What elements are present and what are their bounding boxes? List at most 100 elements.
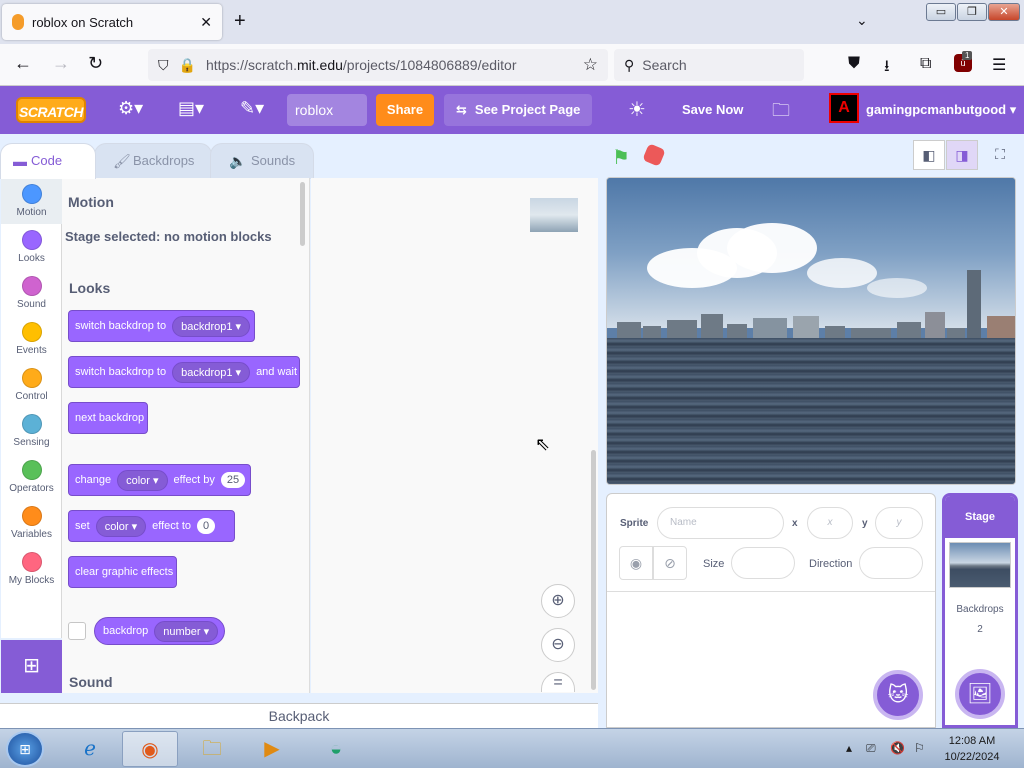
forward-arrow-icon[interactable]: → [52, 53, 70, 74]
edge-icon[interactable]: ◒ [308, 731, 364, 767]
zoom-out-button[interactable]: ⊖ [541, 628, 575, 662]
category-motion[interactable]: Motion [1, 178, 62, 224]
category-events[interactable]: Events [1, 316, 62, 362]
stop-icon[interactable] [642, 143, 666, 167]
project-title-input[interactable]: roblox [287, 94, 367, 126]
stage-backdrop-thumbnail[interactable] [949, 542, 1011, 588]
fullscreen-icon[interactable]: ⛶ [984, 140, 1016, 170]
show-sprite-eye-icon[interactable]: ◉ [619, 546, 653, 580]
category-looks[interactable]: Looks [1, 224, 62, 270]
category-control[interactable]: Control [1, 362, 62, 408]
hide-sprite-eye-icon[interactable]: ⊘ [653, 546, 687, 580]
green-flag-icon[interactable]: ⚑ [612, 145, 630, 170]
minimize-button[interactable]: ▭ [926, 3, 956, 21]
scratch-menu-bar: SCRATCH ⚙▾ ▤▾ ✎▾ roblox Share ⇆ See Proje… [0, 86, 1024, 134]
reload-icon[interactable]: ↻ [88, 53, 103, 74]
lock-icon[interactable]: 🔒 [179, 57, 196, 74]
browser-nav-bar: ← → ↻ ⛉ 🔒 https://scratch.mit.edu/projec… [0, 44, 1024, 86]
see-project-page-button[interactable]: ⇆ See Project Page [444, 94, 592, 126]
downloads-icon[interactable]: ⭳ [884, 55, 890, 82]
script-scrollbar[interactable] [591, 450, 596, 690]
effect-dropdown[interactable]: color ▾ [95, 515, 147, 537]
window-close-button[interactable]: ✕ [988, 3, 1020, 21]
firefox-icon[interactable]: ◉ [122, 731, 178, 767]
action-center-flag-icon[interactable]: ⚐ [914, 741, 925, 755]
new-tab-button[interactable]: + [234, 10, 246, 33]
block-switch-backdrop[interactable]: switch backdrop to backdrop1 ▾ [68, 310, 255, 342]
add-extension-icon: ⊞ [23, 655, 40, 677]
add-backdrop-button[interactable]: 🖼 [955, 669, 1005, 719]
my-stuff-folder-icon[interactable]: 🗀 [772, 98, 790, 128]
direction-input[interactable] [859, 547, 923, 579]
media-player-icon[interactable]: ▶ [244, 731, 300, 767]
maximize-button[interactable]: ❐ [957, 3, 987, 21]
effect-dropdown[interactable]: color ▾ [117, 469, 168, 491]
category-sound[interactable]: Sound [1, 270, 62, 316]
file-menu-icon[interactable]: ▤▾ [178, 98, 204, 119]
block-next-backdrop[interactable]: next backdrop [68, 402, 148, 434]
block-backdrop-reporter[interactable]: backdrop number ▾ [94, 617, 225, 645]
block-clear-graphic-effects[interactable]: clear graphic effects [68, 556, 177, 588]
tab-sounds[interactable]: 🔈 Sounds [210, 143, 314, 179]
normal-stage-button[interactable]: ◨ [946, 140, 978, 170]
size-label: Size [703, 558, 725, 570]
motion-note: Stage selected: no motion blocks [65, 229, 272, 244]
effect-value-input[interactable]: 0 [197, 518, 216, 534]
shield-icon[interactable]: ⛉ [158, 57, 169, 74]
save-now-button[interactable]: Save Now [682, 102, 743, 117]
x-input[interactable]: x [807, 507, 853, 539]
user-avatar[interactable]: A [829, 93, 859, 123]
hamburger-menu-icon[interactable]: ☰ [992, 55, 1006, 75]
add-extension-button[interactable]: ⊞ [1, 640, 62, 693]
backdrop-property-dropdown[interactable]: number ▾ [154, 620, 219, 642]
internet-explorer-icon[interactable]: ℯ [62, 731, 118, 767]
start-button[interactable]: ⊞ [6, 731, 44, 767]
backdrop-dropdown[interactable]: backdrop1 ▾ [172, 361, 251, 383]
tray-expand-icon[interactable]: ▴ [846, 741, 852, 755]
category-variables[interactable]: Variables [1, 500, 62, 546]
url-bar[interactable]: ⛉ 🔒 https://scratch.mit.edu/projects/108… [148, 49, 608, 81]
category-sensing[interactable]: Sensing [1, 408, 62, 454]
username-menu[interactable]: gamingpcmanbutgood ▾ [866, 102, 1016, 118]
scratch-logo[interactable]: SCRATCH [16, 97, 86, 123]
y-input[interactable]: y [875, 507, 923, 539]
list-tabs-chevron-icon[interactable]: ⌄ [856, 12, 868, 29]
theme-lightbulb-icon[interactable]: ☀ [628, 97, 646, 122]
back-arrow-icon[interactable]: ← [14, 53, 32, 74]
block-switch-backdrop-and-wait[interactable]: switch backdrop to backdrop1 ▾ and wait [68, 356, 300, 388]
palette-scrollbar[interactable] [300, 182, 305, 246]
block-set-effect[interactable]: set color ▾ effect to 0 [68, 510, 235, 542]
sprite-pane: Sprite Name x x y y ◉ ⊘ Size Direction 🐱 [606, 493, 936, 728]
backpack[interactable]: Backpack [0, 703, 598, 728]
sprite-name-input[interactable]: Name [657, 507, 784, 539]
url-text[interactable]: https://scratch.mit.edu/projects/1084806… [206, 57, 583, 73]
stage-canvas[interactable] [606, 177, 1016, 485]
pocket-icon[interactable]: ⛊ [848, 55, 860, 73]
control-dot-icon [21, 368, 42, 388]
category-operators[interactable]: Operators [1, 454, 62, 500]
taskbar-clock[interactable]: 12:08 AM 10/22/2024 [932, 733, 1012, 765]
extensions-icon[interactable]: ⧉ [920, 55, 931, 73]
tab-close-icon[interactable]: ✕ [200, 14, 212, 31]
size-input[interactable] [731, 547, 795, 579]
settings-gear-icon[interactable]: ⚙▾ [118, 98, 143, 119]
effect-value-input[interactable]: 25 [220, 472, 246, 488]
browser-tab[interactable]: roblox on Scratch ✕ [2, 4, 222, 40]
category-my-blocks[interactable]: My Blocks [1, 546, 62, 592]
volume-muted-icon[interactable]: 🔇 [890, 741, 905, 755]
network-icon[interactable]: ⎚ [866, 741, 876, 756]
block-palette[interactable]: Motion Stage selected: no motion blocks … [62, 178, 310, 693]
backdrop-reporter-checkbox[interactable] [68, 622, 86, 640]
search-bar[interactable]: ⚲ Search [614, 49, 804, 81]
tab-backdrops[interactable]: 🖌 Backdrops [94, 143, 212, 179]
add-sprite-button[interactable]: 🐱 [873, 670, 923, 720]
block-change-effect[interactable]: change color ▾ effect by 25 [68, 464, 251, 496]
zoom-in-button[interactable]: ⊕ [541, 584, 575, 618]
backdrop-dropdown[interactable]: backdrop1 ▾ [172, 315, 251, 337]
edit-menu-icon[interactable]: ✎▾ [240, 98, 264, 119]
bookmark-star-icon[interactable]: ☆ [583, 55, 598, 75]
tab-code[interactable]: ▬ Code [0, 143, 96, 179]
share-button[interactable]: Share [376, 94, 434, 126]
small-stage-button[interactable]: ◧ [913, 140, 945, 170]
file-explorer-icon[interactable]: 🗀 [184, 731, 240, 767]
